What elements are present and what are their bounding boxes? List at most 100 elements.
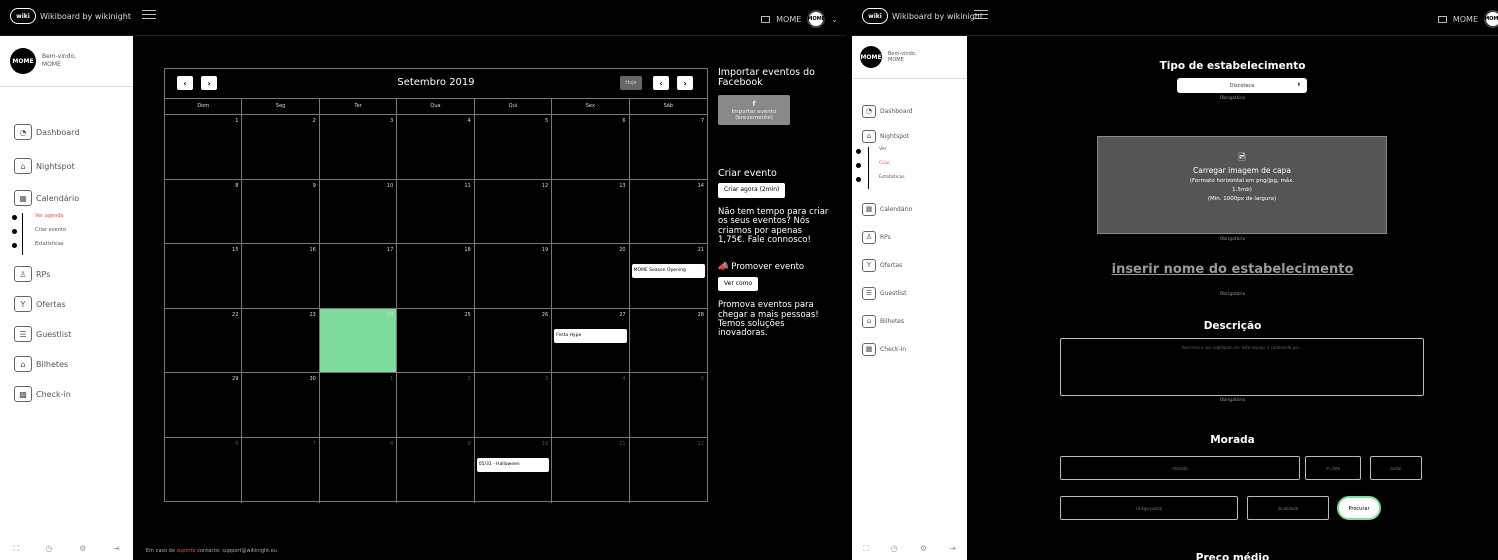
calendar-day[interactable]: 12	[474, 179, 553, 245]
expand-icon[interactable]: ⛶	[13, 544, 19, 554]
calendar-day[interactable]: 10	[319, 179, 398, 245]
sidebar-item-checkin[interactable]: ▩ Check-in	[862, 335, 967, 363]
user-menu[interactable]: MOME MOME	[1437, 10, 1498, 28]
calendar-day-today[interactable]: 24	[319, 308, 398, 374]
city-field[interactable]: localidade	[1247, 496, 1329, 520]
calendar-day[interactable]: 20	[552, 244, 630, 309]
calendar-day[interactable]: 14	[629, 180, 707, 245]
menu-icon[interactable]	[974, 10, 988, 20]
mail-icon[interactable]	[1437, 15, 1447, 23]
calendar-day[interactable]: 6	[552, 115, 630, 180]
calendar-day[interactable]: 1	[165, 115, 243, 180]
subnav-view[interactable]: Ver	[856, 147, 967, 161]
calendar-day[interactable]: 28	[629, 309, 707, 374]
calendar-day[interactable]: 30	[242, 373, 320, 438]
clock-icon[interactable]: ◷	[891, 544, 898, 554]
clock-icon[interactable]: ◷	[46, 544, 53, 554]
sidebar-item-offers[interactable]: Y Ofertas	[14, 289, 133, 319]
number-field[interactable]: nº./lote	[1305, 456, 1361, 480]
calendar-day[interactable]: 23	[242, 308, 320, 374]
calendar-event[interactable]: 05/31 - Halloween	[476, 457, 550, 472]
settings-icon[interactable]: ⚙	[79, 544, 86, 554]
next-button[interactable]: ›	[677, 76, 693, 90]
sidebar-item-checkin[interactable]: ▩ Check-in	[14, 379, 133, 409]
calendar-day[interactable]: 27 Festa Hype	[552, 308, 630, 374]
calendar-day[interactable]: 12	[630, 438, 707, 503]
subnav-statistics[interactable]: Estatísticas	[12, 241, 133, 255]
calendar-day[interactable]: 4	[552, 373, 630, 438]
logout-icon[interactable]: ⇥	[949, 544, 956, 554]
avatar[interactable]: MOME	[807, 10, 826, 28]
type-select[interactable]: Discoteca ⬍	[1177, 78, 1307, 93]
import-facebook-button[interactable]: f Importar evento (brevemente)	[718, 94, 790, 125]
calendar-day[interactable]: 21 MOME Season Opening	[629, 244, 707, 309]
calendar-day[interactable]: 1	[319, 373, 398, 438]
sidebar-item-tickets[interactable]: ⌂ Bilhetes	[14, 349, 133, 379]
prev-button[interactable]: ‹	[653, 76, 669, 90]
sidebar-item-calendar[interactable]: ▦ Calendário	[862, 195, 967, 223]
calendar-day[interactable]: 22	[165, 308, 243, 374]
today-button[interactable]: Hoje	[620, 76, 642, 90]
calendar-day[interactable]: 7	[629, 115, 707, 180]
search-address-button[interactable]: Procurar	[1337, 496, 1381, 520]
subnav-statistics[interactable]: Estatísticas	[856, 175, 967, 189]
calendar-day[interactable]: 10 05/31 - Halloween	[475, 437, 553, 503]
calendar-day[interactable]: 13	[552, 179, 630, 245]
calendar-event[interactable]: Festa Hype	[554, 328, 627, 343]
sidebar-item-rps[interactable]: ♙ RPs	[14, 259, 133, 289]
sidebar-item-offers[interactable]: Y Ofertas	[862, 251, 967, 279]
calendar-day[interactable]: 3	[474, 373, 553, 438]
sidebar-item-guestlist[interactable]: ☰ Guestlist	[14, 319, 133, 349]
sidebar-item-nightspot[interactable]: ⌂ Nightspot	[14, 149, 133, 183]
calendar-event[interactable]: MOME Season Opening	[631, 264, 705, 279]
calendar-day[interactable]: 15	[165, 244, 243, 309]
subnav-view-agenda[interactable]: Ver agenda	[12, 213, 133, 227]
calendar-day[interactable]: 11	[552, 437, 630, 503]
calendar-day[interactable]: 5	[474, 115, 553, 180]
subnav-create-event[interactable]: Criar evento	[12, 227, 133, 241]
sidebar-item-calendar[interactable]: ▦ Calendário	[14, 183, 133, 213]
calendar-day[interactable]: 4	[397, 115, 475, 180]
calendar-day[interactable]: 9	[397, 437, 475, 503]
mail-icon[interactable]	[761, 15, 771, 23]
support-link[interactable]: suporte	[177, 548, 196, 554]
settings-icon[interactable]: ⚙	[920, 544, 927, 554]
cover-upload[interactable]: 🖻 Carregar imagem de capa (Formato horiz…	[1097, 136, 1387, 234]
brand[interactable]: wiki Wikiboard by wikinight	[10, 8, 131, 24]
sidebar-item-tickets[interactable]: ⌂ Bilhetes	[862, 307, 967, 335]
menu-icon[interactable]	[142, 10, 156, 20]
calendar-day[interactable]: 11	[397, 179, 475, 245]
subnav-create[interactable]: Criar	[856, 161, 967, 175]
address-field[interactable]: morada	[1060, 456, 1300, 480]
brand[interactable]: wiki Wikiboard by wikinight	[862, 8, 983, 24]
calendar-day[interactable]: 8	[320, 437, 398, 503]
postal-code-field[interactable]: código postal	[1060, 496, 1238, 520]
avatar[interactable]: MOME	[1484, 10, 1498, 28]
calendar-day[interactable]: 17	[319, 244, 398, 309]
user-menu[interactable]: MOME MOME ⌄	[761, 10, 838, 28]
calendar-day[interactable]: 3	[319, 115, 398, 180]
calendar-day[interactable]: 7	[242, 437, 320, 503]
sidebar-item-dashboard[interactable]: ◔ Dashboard	[862, 97, 967, 125]
sidebar-item-guestlist[interactable]: ☰ Guestlist	[862, 279, 967, 307]
floor-field[interactable]: andar	[1370, 456, 1422, 480]
logout-icon[interactable]: ⇥	[113, 544, 120, 554]
see-how-button[interactable]: Ver como	[718, 276, 759, 292]
calendar-day[interactable]: 2	[242, 115, 320, 180]
calendar-day[interactable]: 16	[242, 244, 320, 309]
sidebar-item-nightspot[interactable]: ⌂ Nightspot	[862, 125, 967, 147]
sidebar-item-rps[interactable]: ♙ RPs	[862, 223, 967, 251]
calendar-day[interactable]: 19	[474, 244, 553, 309]
sidebar-item-dashboard[interactable]: ◔ Dashboard	[14, 115, 133, 149]
calendar-day[interactable]: 29	[165, 373, 243, 438]
calendar-day[interactable]: 6	[165, 437, 243, 503]
calendar-day[interactable]: 9	[242, 179, 320, 245]
chevron-down-icon[interactable]: ⌄	[831, 15, 838, 24]
calendar-day[interactable]: 8	[165, 179, 243, 245]
expand-icon[interactable]: ⛶	[863, 544, 869, 554]
calendar-day[interactable]: 25	[397, 308, 475, 374]
calendar-day[interactable]: 2	[397, 373, 475, 438]
name-input[interactable]: inserir nome do estabelecimento	[967, 262, 1498, 277]
description-textarea[interactable]: descreva o seu nightspot, ex: este espaç…	[1060, 338, 1424, 396]
calendar-day[interactable]: 26	[474, 308, 553, 374]
